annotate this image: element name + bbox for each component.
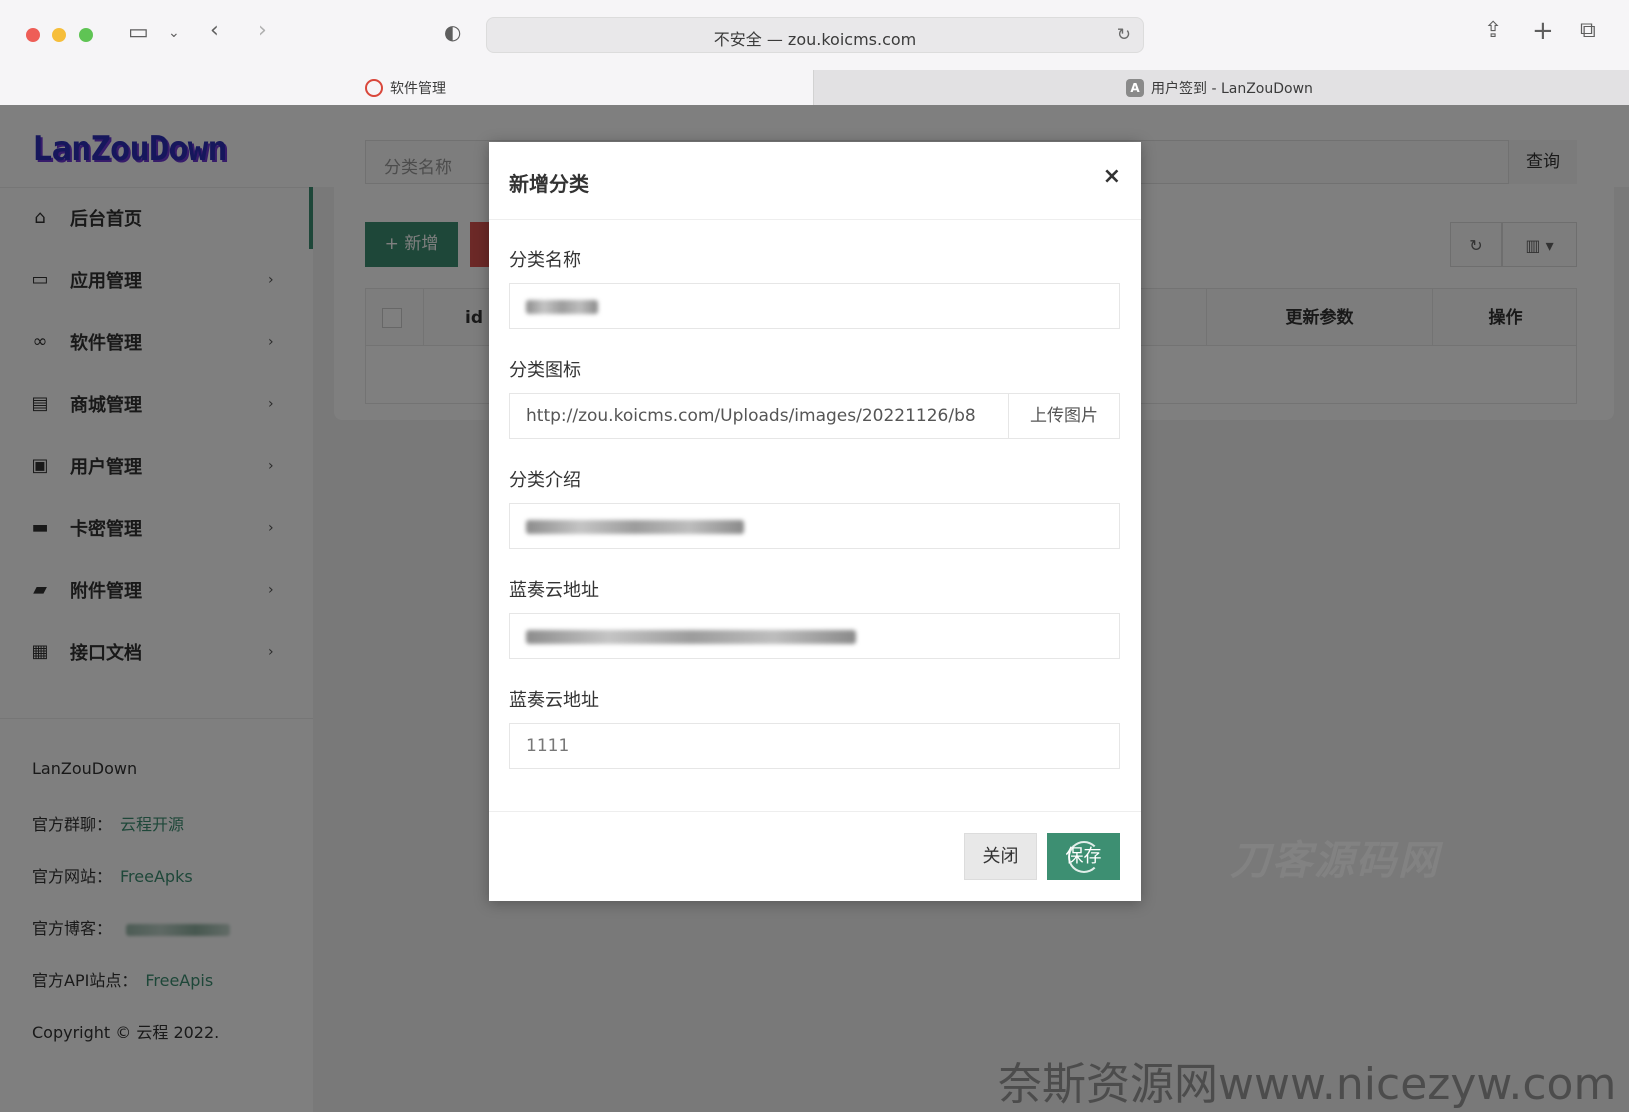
lanzou-url-input[interactable] — [509, 613, 1120, 659]
save-button[interactable]: 保存 — [1047, 833, 1120, 880]
divider — [489, 811, 1141, 812]
upload-image-button[interactable]: 上传图片 — [1008, 393, 1120, 439]
tab-overview-icon[interactable]: ⧉ — [1580, 20, 1596, 42]
category-icon-value: http://zou.koicms.com/Uploads/images/202… — [526, 406, 976, 426]
category-icon-input[interactable]: http://zou.koicms.com/Uploads/images/202… — [509, 393, 1009, 439]
lanzou-url-input-2[interactable]: 1111 — [509, 723, 1120, 769]
minimize-window-button[interactable] — [52, 28, 66, 42]
add-category-dialog: 新增分类 × 分类名称 分类图标 http://zou.koicms.com/U… — [489, 142, 1141, 901]
letter-a-icon: A — [1126, 79, 1144, 97]
tab-user-signin[interactable]: A 用户签到 - LanZouDown — [813, 70, 1629, 105]
chevron-down-icon[interactable]: ⌄ — [168, 26, 180, 40]
url-text: 不安全 — zou.koicms.com — [713, 30, 917, 49]
category-intro-value-redacted — [526, 520, 744, 534]
category-icon-label: 分类图标 — [509, 360, 581, 381]
close-button[interactable]: 关闭 — [964, 833, 1037, 880]
lanzou-url-value-2: 1111 — [526, 736, 570, 756]
lanzou-url-value-redacted — [526, 630, 856, 644]
browser-chrome: ▭ ⌄ ‹ › ◐ 不安全 — zou.koicms.com ↻ ⇪ + ⧉ 软… — [0, 0, 1629, 105]
zoom-window-button[interactable] — [79, 28, 93, 42]
category-intro-input[interactable] — [509, 503, 1120, 549]
lanzou-url-label: 蓝奏云地址 — [509, 580, 599, 601]
new-tab-icon[interactable]: + — [1532, 18, 1554, 44]
tab-software-management[interactable]: 软件管理 — [0, 70, 813, 105]
category-name-value-redacted — [526, 300, 598, 314]
address-bar[interactable]: 不安全 — zou.koicms.com ↻ — [486, 17, 1144, 53]
close-icon[interactable]: × — [1103, 164, 1121, 189]
divider — [489, 219, 1141, 220]
back-icon[interactable]: ‹ — [210, 20, 219, 42]
close-window-button[interactable] — [26, 28, 40, 42]
sidebar-toggle-icon[interactable]: ▭ — [128, 22, 149, 44]
share-icon[interactable]: ⇪ — [1484, 20, 1502, 42]
dialog-title: 新增分类 — [509, 172, 589, 196]
watermark-bottom: 奈斯资源网www.nicezyw.com — [998, 1059, 1617, 1110]
reload-icon[interactable]: ↻ — [1117, 25, 1131, 45]
shield-icon[interactable]: ◐ — [444, 22, 461, 42]
brand-swirl-icon — [365, 79, 383, 97]
loading-spinner-icon — [1068, 841, 1100, 873]
watermark-center: 刀客源码网 — [1230, 838, 1440, 884]
category-intro-label: 分类介绍 — [509, 470, 581, 491]
category-name-input[interactable] — [509, 283, 1120, 329]
lanzou-url-label-2: 蓝奏云地址 — [509, 690, 599, 711]
tab-label: 软件管理 — [390, 81, 446, 97]
tab-label: 用户签到 - LanZouDown — [1151, 81, 1313, 97]
forward-icon[interactable]: › — [258, 20, 267, 42]
category-name-label: 分类名称 — [509, 250, 581, 271]
